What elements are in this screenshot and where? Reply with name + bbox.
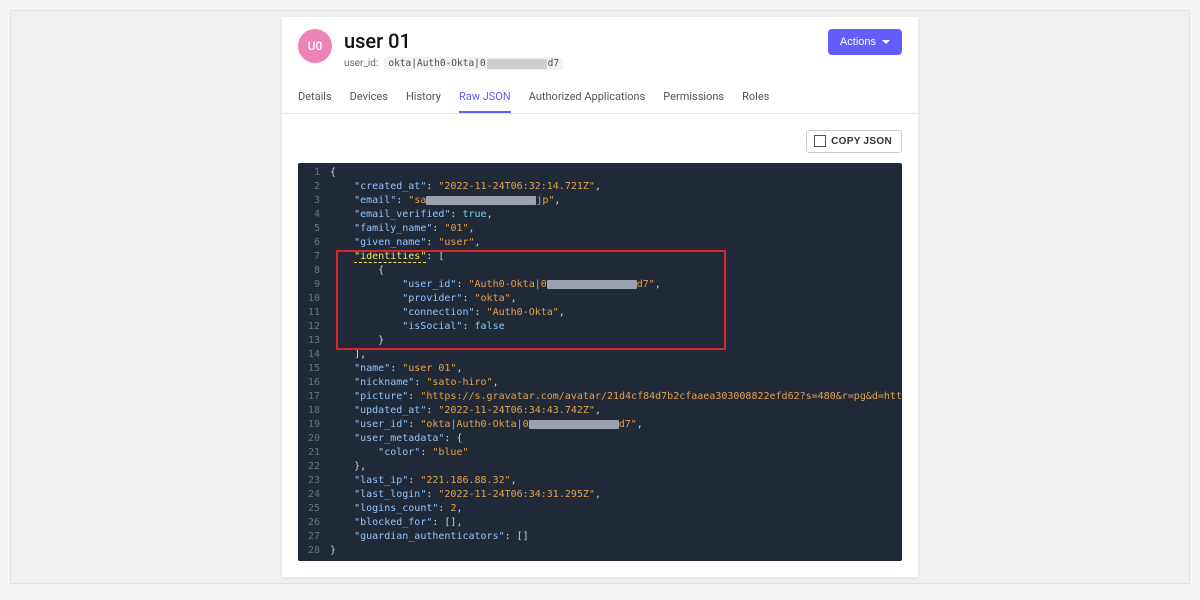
user-header: U0 user 01 user_id: okta|Auth0-Okta|0 d7… bbox=[282, 17, 918, 76]
tab-authorized-apps[interactable]: Authorized Applications bbox=[529, 82, 646, 113]
tab-devices[interactable]: Devices bbox=[350, 82, 388, 113]
tab-raw-json[interactable]: Raw JSON bbox=[459, 82, 511, 113]
user-id-row: user_id: okta|Auth0-Okta|0 d7 bbox=[344, 57, 828, 70]
tabs: Details Devices History Raw JSON Authori… bbox=[282, 76, 918, 114]
page-title: user 01 bbox=[344, 29, 828, 53]
code-lines: { "created_at": "2022-11-24T06:32:14.721… bbox=[328, 163, 902, 561]
copy-json-button[interactable]: COPY JSON bbox=[806, 130, 902, 153]
user-id-chip: okta|Auth0-Okta|0 d7 bbox=[384, 57, 563, 70]
tab-roles[interactable]: Roles bbox=[742, 82, 769, 113]
json-toolbar: COPY JSON bbox=[282, 114, 918, 163]
tab-history[interactable]: History bbox=[406, 82, 441, 113]
chevron-down-icon bbox=[882, 40, 890, 44]
user-panel: U0 user 01 user_id: okta|Auth0-Okta|0 d7… bbox=[282, 17, 918, 577]
avatar: U0 bbox=[298, 29, 332, 63]
outer-frame: U0 user 01 user_id: okta|Auth0-Okta|0 d7… bbox=[10, 10, 1190, 584]
copy-icon bbox=[816, 137, 826, 147]
line-gutter: 1 2 3 4 5 6 7 8 9 10 11 12 13 14 15 16 1… bbox=[298, 163, 328, 561]
tab-permissions[interactable]: Permissions bbox=[663, 82, 724, 113]
json-viewer: 1 2 3 4 5 6 7 8 9 10 11 12 13 14 15 16 1… bbox=[298, 163, 902, 561]
actions-button[interactable]: Actions bbox=[828, 29, 902, 55]
user-id-label: user_id: bbox=[344, 58, 378, 69]
code-block[interactable]: 1 2 3 4 5 6 7 8 9 10 11 12 13 14 15 16 1… bbox=[298, 163, 902, 561]
redacted-id bbox=[487, 59, 547, 69]
title-block: user 01 user_id: okta|Auth0-Okta|0 d7 bbox=[344, 29, 828, 70]
tab-details[interactable]: Details bbox=[298, 82, 332, 113]
